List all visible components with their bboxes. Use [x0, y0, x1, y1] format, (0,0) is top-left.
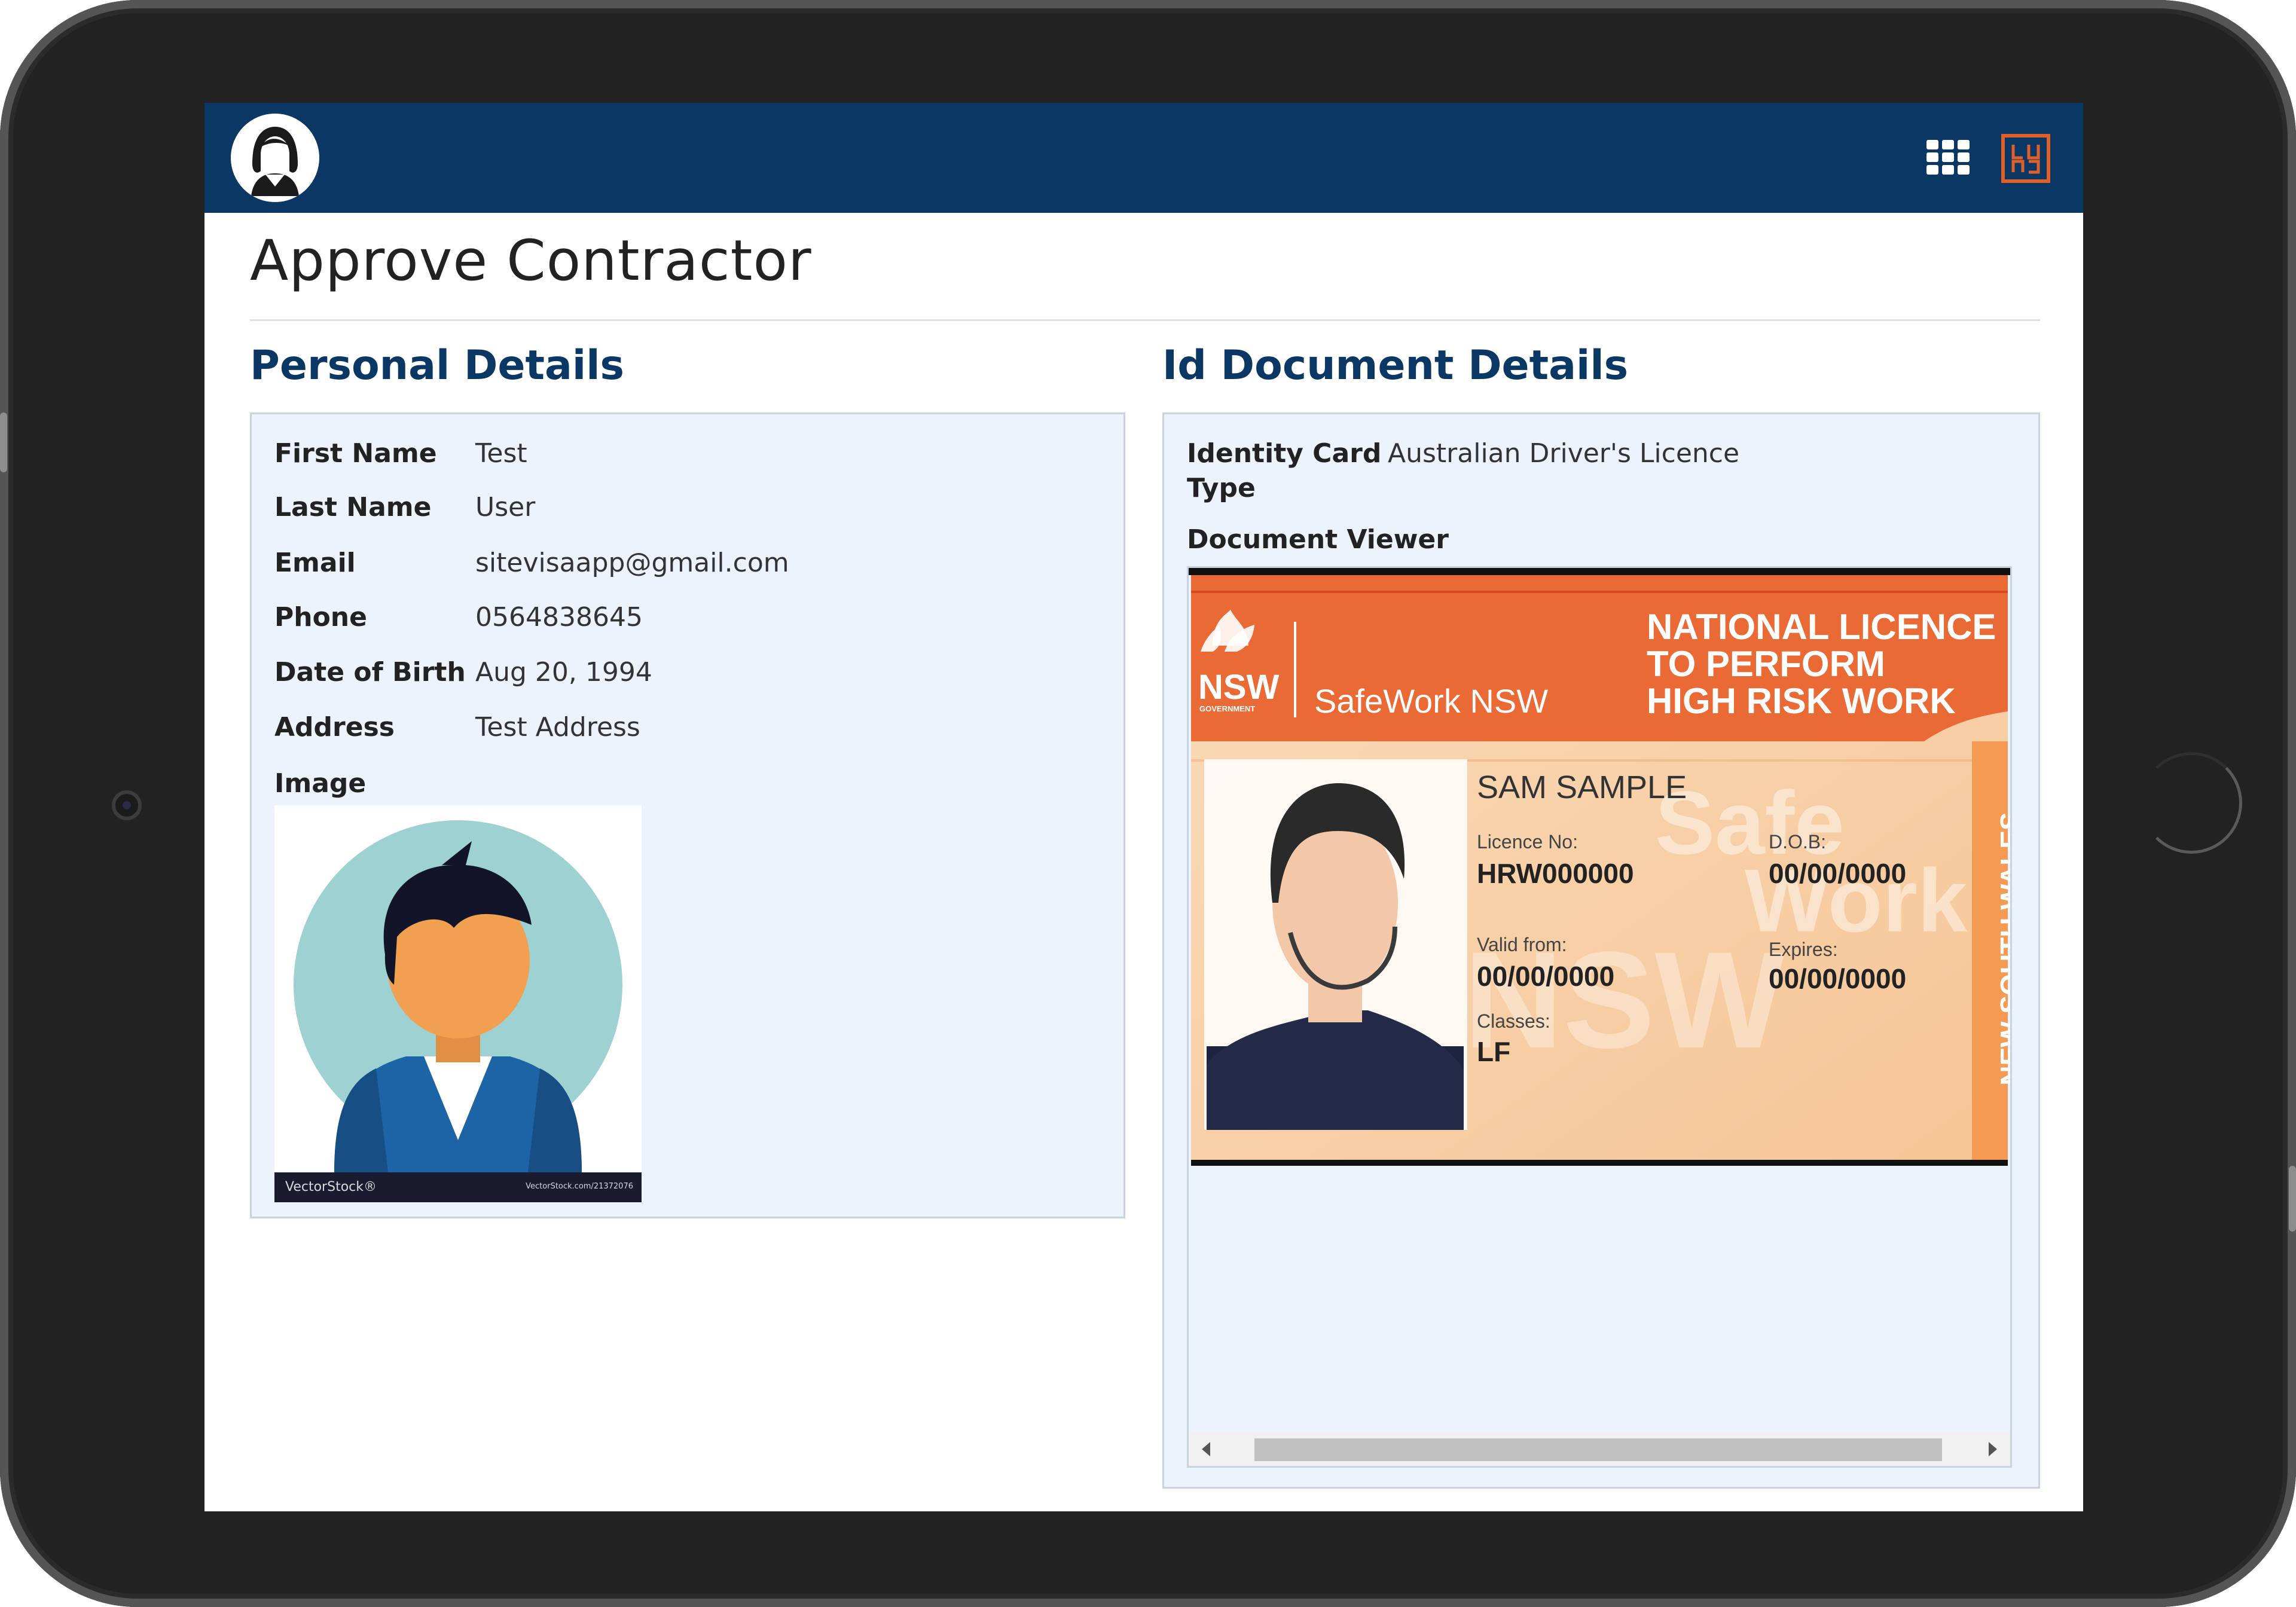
page-title: Approve Contractor [250, 228, 812, 294]
card-classes-label: Classes: [1477, 1010, 1550, 1032]
scroll-left-arrow-icon[interactable] [1202, 1442, 1210, 1456]
card-expires-value: 00/00/0000 [1769, 963, 1907, 994]
field-label: Email [274, 548, 356, 578]
field-value: sitevisaapp@gmail.com [475, 548, 789, 578]
sitevisa-logo-icon[interactable] [2001, 134, 2050, 183]
power-button [2289, 1166, 2296, 1232]
card-valid-value: 00/00/0000 [1477, 961, 1615, 992]
field-label: First Name [274, 438, 437, 469]
viewer-horizontal-scrollbar[interactable] [1189, 1432, 2010, 1466]
field-value: Australian Driver's Licence [1388, 438, 1740, 469]
card-classes-value: LF [1477, 1036, 1511, 1067]
card-gov-logo: NSW [1198, 668, 1280, 707]
tablet-frame: Approve Contractor Personal Details Firs… [0, 0, 2296, 1607]
app-screen: Approve Contractor Personal Details Firs… [204, 103, 2083, 1511]
field-label: Address [274, 712, 395, 743]
scrollbar-thumb[interactable] [1254, 1438, 1942, 1461]
scroll-right-arrow-icon[interactable] [1989, 1442, 1997, 1456]
watermark-url: VectorStock.com/21372076 [526, 1182, 633, 1191]
personal-details-panel: First Name Test Last Name User Email sit… [250, 413, 1125, 1218]
card-side-text: NEW SOUTH WALES [1995, 812, 2012, 1086]
card-heading-3: HIGH RISK WORK [1647, 681, 1956, 721]
field-label: Identity Card [1187, 438, 1382, 469]
user-avatar-icon[interactable] [231, 114, 319, 202]
front-camera [112, 790, 142, 820]
image-watermark-bar: VectorStock® VectorStock.com/21372076 [274, 1172, 642, 1202]
volume-button [0, 413, 7, 472]
id-document-panel: Identity Card Type Australian Driver's L… [1162, 413, 2040, 1489]
contractor-photo[interactable]: VectorStock® VectorStock.com/21372076 [274, 805, 642, 1202]
field-label-cont: Type [1187, 473, 1256, 503]
field-value: Test Address [475, 712, 640, 743]
card-expires-label: Expires: [1769, 939, 1838, 960]
card-licence-label: Licence No: [1477, 831, 1578, 853]
watermark-brand: VectorStock® [285, 1180, 377, 1194]
field-label: Date of Birth [274, 657, 466, 688]
title-divider [250, 319, 2040, 321]
field-label: Image [274, 768, 367, 799]
card-heading-1: NATIONAL LICENCE [1647, 607, 1996, 647]
card-heading-2: TO PERFORM [1647, 644, 1885, 684]
field-value: 0564838645 [475, 602, 643, 633]
home-button[interactable] [2141, 752, 2242, 854]
card-dob-value: 00/00/0000 [1769, 858, 1907, 889]
field-value: User [475, 492, 536, 523]
card-licence-value: HRW000000 [1477, 858, 1634, 889]
field-value: Test [475, 438, 527, 469]
field-label: Last Name [274, 492, 432, 523]
personal-details-heading: Personal Details [250, 342, 625, 389]
card-valid-label: Valid from: [1477, 934, 1567, 955]
id-document-heading: Id Document Details [1162, 342, 1629, 389]
grid-apps-icon[interactable] [1926, 140, 1970, 175]
card-agency: SafeWork NSW [1314, 682, 1549, 720]
top-navigation-bar [204, 103, 2083, 213]
card-dob-label: D.O.B: [1769, 831, 1827, 853]
field-label: Document Viewer [1187, 524, 1449, 555]
field-value: Aug 20, 1994 [475, 657, 652, 688]
card-gov-sub: GOVERNMENT [1199, 704, 1256, 713]
card-holder-name: SAM SAMPLE [1477, 769, 1687, 805]
document-viewer[interactable]: NSW GOVERNMENT SafeWork NSW NATIONAL LIC… [1187, 566, 2012, 1468]
field-label: Phone [274, 602, 367, 633]
licence-card-image: NSW GOVERNMENT SafeWork NSW NATIONAL LIC… [1189, 568, 2010, 1172]
